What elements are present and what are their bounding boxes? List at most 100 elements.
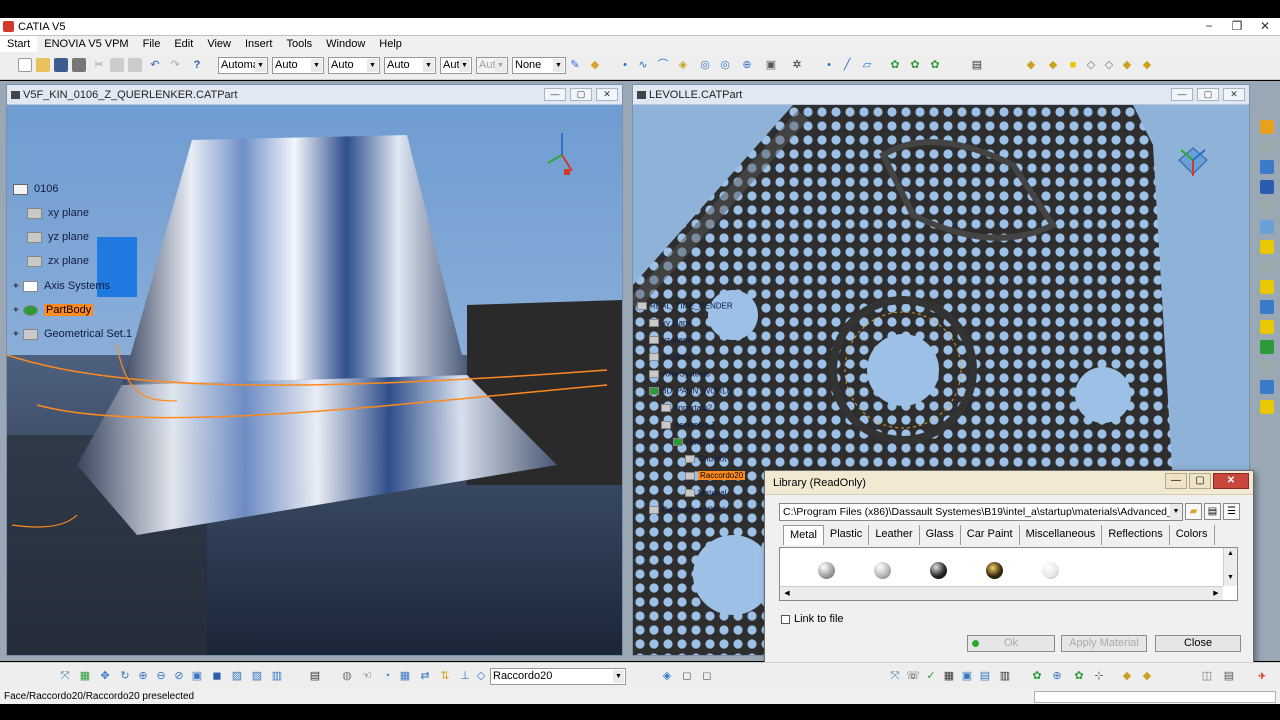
curve-icon[interactable]: ⌒ <box>656 58 670 72</box>
tree-item-3d-pann-world[interactable]: 3D_PANN_WORLD <box>649 386 733 395</box>
tab-reflections[interactable]: Reflections <box>1102 525 1170 545</box>
tab-leather[interactable]: Leather <box>869 525 920 545</box>
plane-icon[interactable]: ▱ <box>860 58 874 72</box>
spline-icon[interactable]: ∿ <box>636 58 650 72</box>
render-icon[interactable]: ⊥ <box>458 669 472 683</box>
horizontal-scrollbar[interactable]: ◀ ▶ <box>780 586 1223 600</box>
fit-all-icon[interactable]: ◎ <box>698 58 712 72</box>
expand-icon[interactable]: + <box>13 305 23 316</box>
close-button[interactable]: ✕ <box>1256 18 1274 34</box>
linetype-select[interactable]: Auto ▼ <box>384 57 436 74</box>
mapping-icon[interactable]: ◆ <box>1140 669 1154 683</box>
undo-icon[interactable]: ↶ <box>148 58 162 72</box>
analysis-icon[interactable]: ✿ <box>888 58 902 72</box>
draft-icon[interactable] <box>1260 320 1274 334</box>
chamfer-icon[interactable] <box>1260 300 1274 314</box>
curvature-icon[interactable]: ✿ <box>928 58 942 72</box>
split-icon[interactable] <box>1260 400 1274 414</box>
tree-item-partbody[interactable]: + PartBody <box>13 304 94 317</box>
tree-item-xy-plane[interactable]: xy plane <box>649 318 692 327</box>
menu-enovia[interactable]: ENOVIA V5 VPM <box>37 36 135 52</box>
color-select[interactable]: Auto ▼ <box>272 57 324 74</box>
select-icon[interactable] <box>1260 120 1274 134</box>
sketch-icon[interactable] <box>1260 140 1274 154</box>
material-swatch[interactable] <box>916 554 960 580</box>
expand-icon[interactable]: + <box>13 281 23 292</box>
pan-icon[interactable]: ✥ <box>98 669 112 683</box>
shading-icon[interactable]: ◆ <box>1024 58 1038 72</box>
save-icon[interactable] <box>54 58 68 72</box>
shading-material-icon[interactable]: ■ <box>1066 58 1080 72</box>
texture-icon[interactable]: ◆ <box>1120 669 1134 683</box>
view-mode-icon[interactable]: ▥ <box>270 669 284 683</box>
copy-icon[interactable] <box>110 58 124 72</box>
wireframe-icon[interactable]: ◇ <box>1084 58 1098 72</box>
open-icon[interactable] <box>36 58 50 72</box>
tree-item-zx-plane[interactable]: zx plane <box>649 352 692 361</box>
compass-tool-icon[interactable]: ⊹ <box>1092 669 1106 683</box>
shell-icon[interactable] <box>1260 340 1274 354</box>
hidden-edges-icon[interactable]: ◇ <box>1102 58 1116 72</box>
layout-icon[interactable]: ◔ <box>380 669 394 683</box>
tree-root[interactable]: REAL_TIME_RENDER <box>637 301 733 310</box>
tree-root[interactable]: 0106 <box>13 183 58 195</box>
tree-item-yz-plane[interactable]: yz plane <box>649 335 692 344</box>
apply-material-icon[interactable]: ◆ <box>588 58 602 72</box>
menu-tools[interactable]: Tools <box>279 36 319 52</box>
tree-item-raccordo20-selected[interactable]: Raccordo20 <box>685 471 746 481</box>
groove-icon[interactable] <box>1260 220 1274 234</box>
visualization-icon[interactable]: ✿ <box>1072 669 1086 683</box>
tree-item-zx-plane[interactable]: zx plane <box>27 255 89 267</box>
library-path-select[interactable]: C:\Program Files (x86)\Dassault Systemes… <box>779 503 1183 521</box>
shading-edges-icon[interactable]: ◆ <box>1046 58 1060 72</box>
transparency-select[interactable]: Auto ▼ <box>328 57 380 74</box>
vertical-scrollbar[interactable]: ▲ ▼ <box>1223 548 1237 586</box>
table-icon[interactable]: ▦ <box>942 669 956 683</box>
pocket-icon[interactable] <box>1260 180 1274 194</box>
minimize-button[interactable]: — <box>1171 88 1193 101</box>
rotate-icon[interactable]: ↻ <box>118 669 132 683</box>
tree-item-material[interactable]: Material <box>685 488 726 497</box>
zoom-area-icon[interactable]: ◎ <box>718 58 732 72</box>
tab-colors[interactable]: Colors <box>1170 525 1215 545</box>
point-create-icon[interactable]: • <box>822 58 836 72</box>
zoom-out-icon[interactable]: ⊖ <box>154 669 168 683</box>
catalog-browser-icon[interactable]: ▤ <box>1222 669 1236 683</box>
minimize-button[interactable]: − <box>1200 18 1218 34</box>
hide-show-icon[interactable]: ▨ <box>230 669 244 683</box>
constraint-icon[interactable]: ▤ <box>978 669 992 683</box>
menu-start[interactable]: Start <box>0 36 38 52</box>
scroll-right-icon[interactable]: ▶ <box>1209 587 1223 600</box>
catalog-icon[interactable]: ▦ <box>398 669 412 683</box>
pad-icon[interactable] <box>1260 160 1274 174</box>
capture-icon[interactable]: ▤ <box>970 58 984 72</box>
material-swatch[interactable] <box>804 554 848 580</box>
restore-button[interactable]: ❐ <box>1228 18 1246 34</box>
normal-view-icon[interactable]: ⊘ <box>172 669 186 683</box>
cut-icon[interactable]: ✂ <box>92 58 106 72</box>
minimize-button[interactable]: — <box>544 88 566 101</box>
link-to-file-checkbox[interactable]: Link to file <box>781 613 844 625</box>
open-folder-icon[interactable]: ▰ <box>1185 503 1202 520</box>
redo-icon[interactable]: ↷ <box>168 58 182 72</box>
surface-icon[interactable]: ◈ <box>676 58 690 72</box>
menu-insert[interactable]: Insert <box>238 36 280 52</box>
point-icon[interactable]: • <box>618 58 632 72</box>
fly-icon[interactable]: ⤧ <box>58 669 72 683</box>
paste-icon[interactable] <box>128 58 142 72</box>
hole-icon[interactable] <box>1260 240 1274 254</box>
tab-metal[interactable]: Metal <box>783 525 824 545</box>
tree-item-grid-dot[interactable]: Grid dot <box>685 454 726 463</box>
fly-mode-icon[interactable]: ⇄ <box>418 669 432 683</box>
tree-item-geometrical-set[interactable]: Geometrical Set.1 <box>649 505 726 514</box>
views-icon[interactable]: ▣ <box>764 58 778 72</box>
analysis-icon[interactable]: ✿ <box>1030 669 1044 683</box>
minimize-button[interactable]: — <box>1165 473 1187 489</box>
fillet-icon[interactable] <box>1260 280 1274 294</box>
maximize-button[interactable]: ▢ <box>1189 473 1211 489</box>
material-swatch[interactable] <box>860 554 904 580</box>
render-style-icon[interactable]: ◆ <box>1140 58 1154 72</box>
thickness-icon[interactable] <box>1260 360 1274 374</box>
snap-icon[interactable]: ⤧ <box>888 669 902 683</box>
tools-icon[interactable]: ◻ <box>680 669 694 683</box>
